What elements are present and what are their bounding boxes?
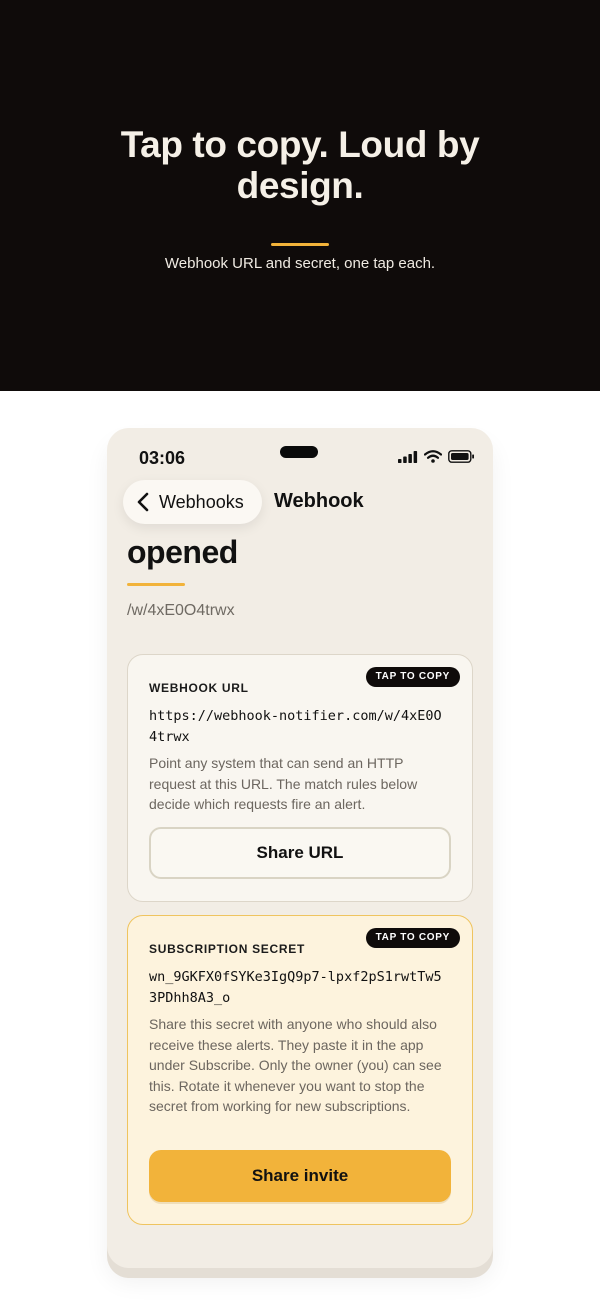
back-button[interactable]: Webhooks [123, 480, 262, 524]
page-title-status: opened [127, 534, 238, 570]
tap-to-copy-badge: TAP TO COPY [365, 667, 460, 687]
share-url-button[interactable]: Share URL [149, 827, 451, 879]
battery-icon [448, 450, 474, 463]
hero-subtitle: Webhook URL and secret, one tap each. [164, 255, 436, 272]
wifi-icon [424, 450, 442, 463]
share-invite-button[interactable]: Share invite [149, 1150, 451, 1202]
phone-screen: 03:06 Webhooks Webhook opened /w/4xE0O4t… [107, 428, 493, 1268]
hero-accent-rule [271, 243, 329, 246]
subscription-secret-label: SUBSCRIPTION SECRET [149, 942, 305, 956]
webhook-url-description: Point any system that can send an HTTP r… [149, 755, 418, 812]
subscription-secret-value[interactable]: wn_9GKFX0fSYKe3IgQ9p7-lpxf2pS1rwtTw53PDh… [149, 967, 449, 1009]
cellular-signal-icon [398, 450, 418, 463]
dynamic-island [280, 446, 318, 458]
title-accent-rule [127, 583, 185, 586]
page-title: Webhook [274, 490, 364, 512]
hero-banner: Tap to copy. Loud by design. Webhook URL… [0, 0, 600, 391]
back-button-label: Webhooks [159, 491, 244, 512]
tap-to-copy-badge: TAP TO COPY [365, 928, 460, 948]
status-time: 03:06 [139, 448, 186, 468]
subscription-secret-card[interactable]: TAP TO COPY SUBSCRIPTION SECRET wn_9GKFX… [127, 915, 473, 1225]
hero-title: Tap to copy. Loud by design. [120, 124, 480, 206]
status-icons [398, 450, 475, 463]
webhook-url-value[interactable]: https://webhook-notifier.com/w/4xE0O4trw… [149, 706, 449, 748]
webhook-url-label: WEBHOOK URL [149, 681, 249, 695]
webhook-url-card[interactable]: TAP TO COPY WEBHOOK URL https://webhook-… [127, 654, 473, 902]
subscription-secret-description: Share this secret with anyone who should… [149, 1016, 442, 1114]
chevron-left-icon [137, 492, 149, 512]
webhook-path: /w/4xE0O4trwx [127, 602, 235, 619]
